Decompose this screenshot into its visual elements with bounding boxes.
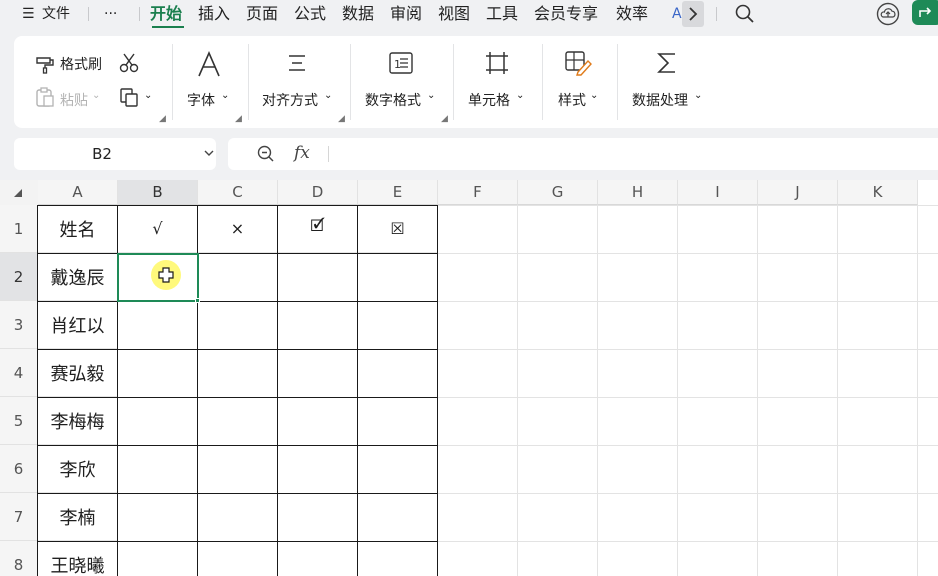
align-icon[interactable]	[286, 52, 308, 74]
formula-divider	[328, 146, 329, 162]
share-button[interactable]	[912, 0, 938, 25]
menu-more[interactable]: ···	[104, 3, 117, 25]
mouse-cursor-highlight	[151, 260, 181, 290]
spreadsheet-grid: A B C D E F G H I J K 1 2 3 4 5 6 7 8 姓名…	[0, 180, 938, 576]
copy-dropdown-arrow[interactable]: ⌄	[144, 90, 152, 101]
menu-bar: ☰ 文件 ··· 开始 插入 页面 公式 数据 审阅 视图 工具 会员专享 效率…	[0, 0, 938, 28]
chevron-right-icon	[689, 7, 698, 21]
cross-cursor-icon	[158, 267, 174, 283]
menu-divider	[88, 7, 89, 21]
data-process-button[interactable]: 数据处理	[632, 90, 688, 110]
zoom-out-icon[interactable]	[256, 144, 276, 164]
ribbon-divider	[542, 44, 543, 120]
copy-icon[interactable]	[118, 86, 140, 108]
format-painter-button[interactable]: 格式刷	[60, 54, 102, 74]
ribbon-divider	[617, 44, 618, 120]
style-dropdown-arrow[interactable]: ⌄	[590, 90, 598, 101]
formula-bar: fx	[228, 138, 938, 170]
tab-member[interactable]: 会员专享	[534, 3, 598, 25]
menu-divider	[716, 7, 717, 21]
tab-data[interactable]: 数据	[342, 3, 374, 25]
number-format-launcher[interactable]: ◢	[441, 114, 448, 124]
tab-view[interactable]: 视图	[438, 3, 470, 25]
paste-dropdown-arrow[interactable]: ⌄	[92, 90, 100, 101]
cell-button[interactable]: 单元格	[468, 90, 510, 110]
align-button[interactable]: 对齐方式	[262, 90, 318, 110]
paste-icon[interactable]	[34, 86, 56, 108]
align-dropdown-arrow[interactable]: ⌄	[324, 90, 332, 101]
ribbon-divider	[172, 44, 173, 120]
style-button[interactable]: 样式	[558, 90, 586, 110]
number-format-icon[interactable]: 1	[388, 51, 414, 75]
active-tab-indicator	[152, 26, 184, 28]
chevron-down-icon[interactable]	[202, 146, 216, 160]
cell-icon[interactable]	[484, 50, 510, 76]
search-icon[interactable]	[734, 3, 756, 25]
tab-insert[interactable]: 插入	[198, 3, 230, 25]
data-process-dropdown-arrow[interactable]: ⌄	[694, 90, 702, 101]
menu-divider	[139, 7, 140, 21]
tab-home[interactable]: 开始	[150, 3, 182, 25]
share-icon	[919, 7, 932, 17]
cloud-upload-icon[interactable]	[876, 2, 900, 26]
ribbon-divider	[453, 44, 454, 120]
align-launcher[interactable]: ◢	[338, 114, 345, 124]
menu-file[interactable]: 文件	[42, 3, 70, 25]
clipboard-launcher[interactable]: ◢	[159, 114, 166, 124]
ribbon-divider	[350, 44, 351, 120]
table-border	[37, 205, 438, 576]
ribbon-divider	[248, 44, 249, 120]
font-dropdown-arrow[interactable]: ⌄	[221, 90, 229, 101]
svg-text:1: 1	[394, 58, 401, 71]
tab-efficiency[interactable]: 效率	[616, 3, 648, 25]
tab-tools[interactable]: 工具	[486, 3, 518, 25]
style-icon[interactable]	[564, 50, 592, 76]
insert-function-button[interactable]: fx	[294, 143, 310, 163]
name-box[interactable]: B2	[14, 138, 216, 170]
menu-icon[interactable]: ☰	[22, 3, 35, 25]
cell-dropdown-arrow[interactable]: ⌄	[516, 90, 524, 101]
name-box-value: B2	[92, 145, 112, 163]
ribbon-toolbar: 格式刷 粘贴 ⌄ ⌄ ◢ 字体 ⌄ ◢ 对齐方式 ⌄ ◢ 1 数字格式 ⌄ ◢	[14, 36, 938, 128]
tabs-scroll-right-button[interactable]	[682, 1, 704, 27]
scissors-icon[interactable]	[118, 52, 140, 74]
tab-page[interactable]: 页面	[246, 3, 278, 25]
number-format-dropdown-arrow[interactable]: ⌄	[427, 90, 435, 101]
font-button[interactable]: 字体	[187, 90, 215, 110]
tab-review[interactable]: 审阅	[390, 3, 422, 25]
sigma-icon[interactable]	[654, 50, 680, 76]
number-format-button[interactable]: 数字格式	[365, 90, 421, 110]
format-painter-icon[interactable]	[34, 54, 56, 74]
font-launcher[interactable]: ◢	[235, 114, 242, 124]
fill-handle[interactable]	[195, 298, 200, 303]
tab-formula[interactable]: 公式	[294, 3, 326, 25]
font-icon[interactable]	[195, 50, 223, 78]
paste-button[interactable]: 粘贴	[60, 90, 88, 110]
tab-partial[interactable]: A	[672, 3, 682, 25]
